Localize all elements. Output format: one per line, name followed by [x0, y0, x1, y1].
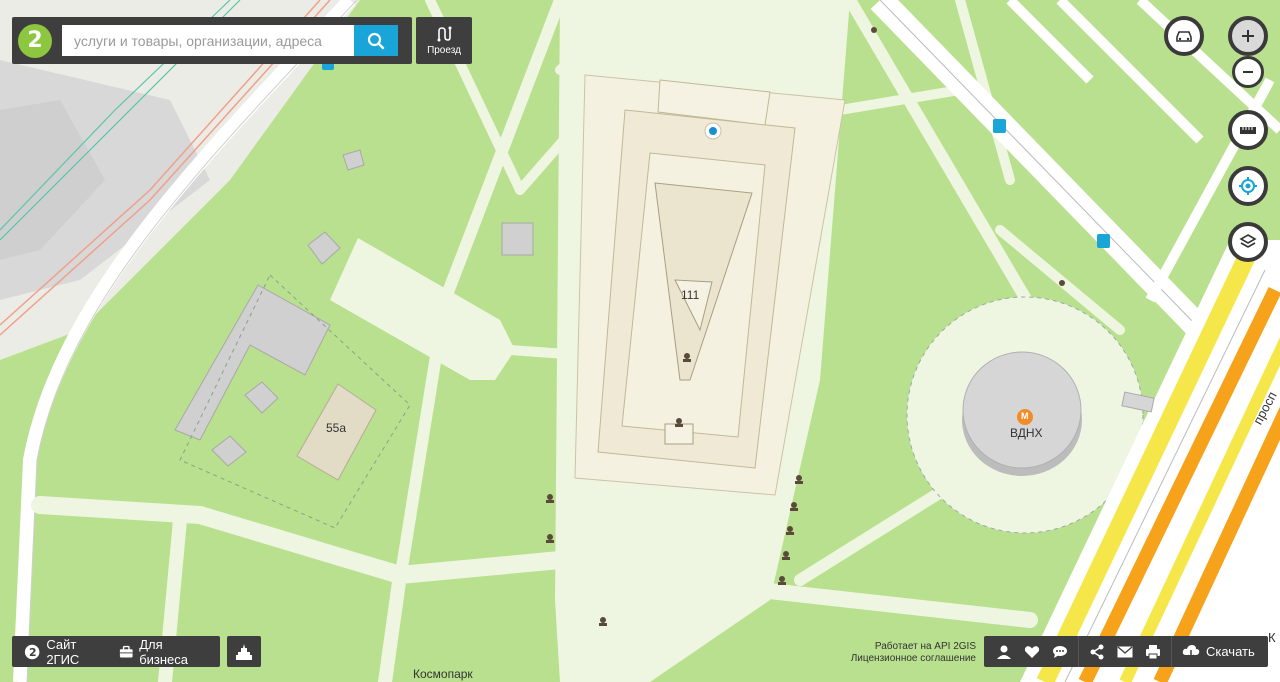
- chat-button[interactable]: [1046, 636, 1074, 667]
- share-icon: [1090, 644, 1104, 659]
- ruler-icon: [1240, 127, 1256, 134]
- landmark-icon: [236, 643, 252, 660]
- landmarks-button[interactable]: [227, 636, 261, 667]
- ruler-button[interactable]: [1228, 110, 1268, 150]
- toolbar-divider: [1078, 636, 1079, 667]
- layers-button[interactable]: [1228, 222, 1268, 262]
- chat-icon: [1053, 645, 1067, 658]
- credits: Работает на API 2GIS Лицензионное соглаш…: [851, 641, 976, 665]
- search-input[interactable]: [62, 25, 354, 56]
- site-2gis-label: Сайт 2ГИС: [46, 636, 80, 667]
- download-label: Скачать: [1206, 644, 1255, 659]
- locate-button[interactable]: [1228, 166, 1268, 206]
- business-label: Для бизнеса: [139, 636, 189, 667]
- download-button[interactable]: Скачать: [1176, 644, 1263, 660]
- search-icon: [367, 32, 385, 49]
- mail-icon: [1117, 646, 1133, 657]
- favorites-button[interactable]: [1018, 636, 1046, 667]
- svg-text:2: 2: [29, 646, 37, 659]
- search-bar: 2: [12, 17, 412, 64]
- bottom-right-toolbar: Скачать: [984, 636, 1268, 667]
- zoom-in-icon: [1242, 30, 1254, 42]
- layers-icon: [1239, 234, 1257, 248]
- route-button[interactable]: Проезд: [416, 17, 472, 64]
- api-credit[interactable]: Работает на API 2GIS: [851, 641, 976, 653]
- route-label: Проезд: [427, 44, 461, 56]
- download-icon: [1182, 644, 1200, 659]
- logo-text: 2: [27, 28, 43, 53]
- print-button[interactable]: [1139, 636, 1167, 667]
- logo-2gis[interactable]: 2: [18, 23, 52, 58]
- account-button[interactable]: [990, 636, 1018, 667]
- locate-icon: [1239, 177, 1257, 195]
- license-link[interactable]: Лицензионное соглашение: [851, 653, 976, 665]
- zoom-in-button[interactable]: [1228, 16, 1268, 56]
- map-canvas[interactable]: [0, 0, 1280, 682]
- business-link[interactable]: Для бизнеса: [113, 637, 214, 667]
- site-2gis-link[interactable]: 2 Сайт 2ГИС: [18, 637, 113, 667]
- briefcase-icon: [119, 645, 133, 657]
- traffic-icon: [1176, 31, 1192, 42]
- route-icon: [437, 26, 452, 41]
- zoom-out-icon: [1243, 71, 1253, 73]
- share-button[interactable]: [1083, 636, 1111, 667]
- account-icon: [997, 645, 1011, 659]
- toolbar-divider: [1171, 636, 1172, 667]
- favorites-icon: [1024, 645, 1040, 658]
- traffic-button[interactable]: [1164, 16, 1204, 56]
- print-icon: [1146, 644, 1160, 659]
- site-icon: 2: [24, 644, 40, 659]
- zoom-out-button[interactable]: [1232, 56, 1264, 88]
- bottom-left-toolbar: 2 Сайт 2ГИС Для бизнеса: [12, 636, 220, 667]
- search-button[interactable]: [354, 25, 398, 56]
- mail-button[interactable]: [1111, 636, 1139, 667]
